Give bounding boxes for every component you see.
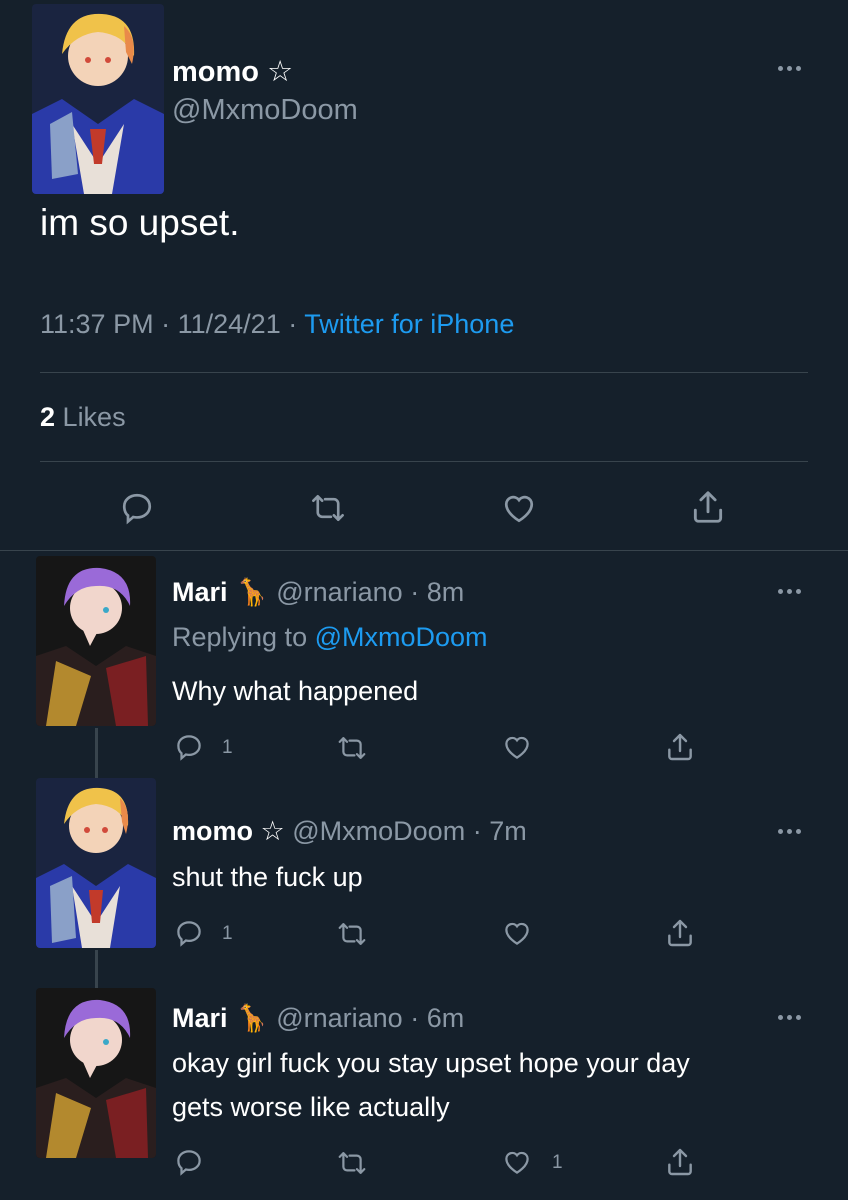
like-icon[interactable] [500,490,538,526]
reply-3-display-name[interactable]: Mari [172,1003,228,1033]
reply-2-text: shut the fuck up [172,862,363,892]
reply-3-text-line-1: okay girl fuck you stay upset hope your … [172,1048,690,1078]
avatar-momo[interactable] [32,4,164,194]
likes-summary[interactable]: 2 Likes [40,402,126,433]
avatar-mari[interactable] [36,556,156,726]
retweet-icon[interactable] [336,733,368,763]
reply-icon[interactable] [119,490,155,526]
reply-icon[interactable] [174,1147,204,1177]
star-badge: ☆ [260,816,285,846]
like-icon[interactable] [501,732,533,762]
reply-3-handle[interactable]: @rnariano [276,1003,402,1033]
reply-2-age[interactable]: 7m [489,816,527,846]
reply-1-handle[interactable]: @rnariano [276,577,402,607]
reply-icon[interactable] [174,732,204,762]
giraffe-emoji: 🦒 [235,1003,269,1033]
reply-1-display-name[interactable]: Mari [172,577,228,607]
reply-icon[interactable] [174,918,204,948]
divider [40,372,808,373]
reply-1-age[interactable]: 8m [427,577,465,607]
giraffe-emoji: 🦒 [235,577,269,607]
more-icon[interactable] [778,829,801,834]
main-display-name[interactable]: momo ☆ [172,54,293,89]
divider [40,461,808,462]
reply-2-display-name[interactable]: momo [172,816,253,846]
star-badge: ☆ [267,56,294,88]
reply-3-age[interactable]: 6m [427,1003,465,1033]
reply-count: 1 [222,737,233,758]
reply-3-header: Mari 🦒 @rnariano · 6m [172,1003,465,1033]
like-count: 1 [552,1152,563,1173]
reply-1-text: Why what happened [172,676,419,706]
share-icon[interactable] [664,1146,696,1178]
like-icon[interactable] [501,918,533,948]
replying-to-handle[interactable]: @MxmoDoom [315,622,488,652]
replying-to: Replying to @MxmoDoom [172,622,488,652]
main-tweet-meta: 11:37 PM · 11/24/21 · Twitter for iPhone [40,309,515,339]
reply-2-handle[interactable]: @MxmoDoom [292,816,465,846]
retweet-icon[interactable] [336,1148,368,1178]
thread-line [95,950,98,990]
tweet-source[interactable]: Twitter for iPhone [304,309,514,339]
share-icon[interactable] [664,917,696,949]
tweet-date[interactable]: 11/24/21 [178,309,281,339]
divider [0,550,848,551]
thread-line [95,728,98,780]
main-tweet-text: im so upset. [40,202,240,243]
reply-1-header: Mari 🦒 @rnariano · 8m [172,577,465,607]
avatar-momo[interactable] [36,778,156,948]
like-icon[interactable] [501,1147,533,1177]
avatar-mari[interactable] [36,988,156,1158]
more-icon[interactable] [778,589,801,594]
retweet-icon[interactable] [336,919,368,949]
main-handle[interactable]: @MxmoDoom [172,94,358,127]
more-icon[interactable] [778,1015,801,1020]
share-icon[interactable] [689,488,727,526]
tweet-time[interactable]: 11:37 PM [40,309,154,339]
reply-3-text-line-2: gets worse like actually [172,1092,450,1122]
reply-count: 1 [222,923,233,944]
share-icon[interactable] [664,731,696,763]
more-icon[interactable] [778,66,801,71]
retweet-icon[interactable] [309,490,347,526]
reply-2-header: momo ☆ @MxmoDoom · 7m [172,816,527,846]
